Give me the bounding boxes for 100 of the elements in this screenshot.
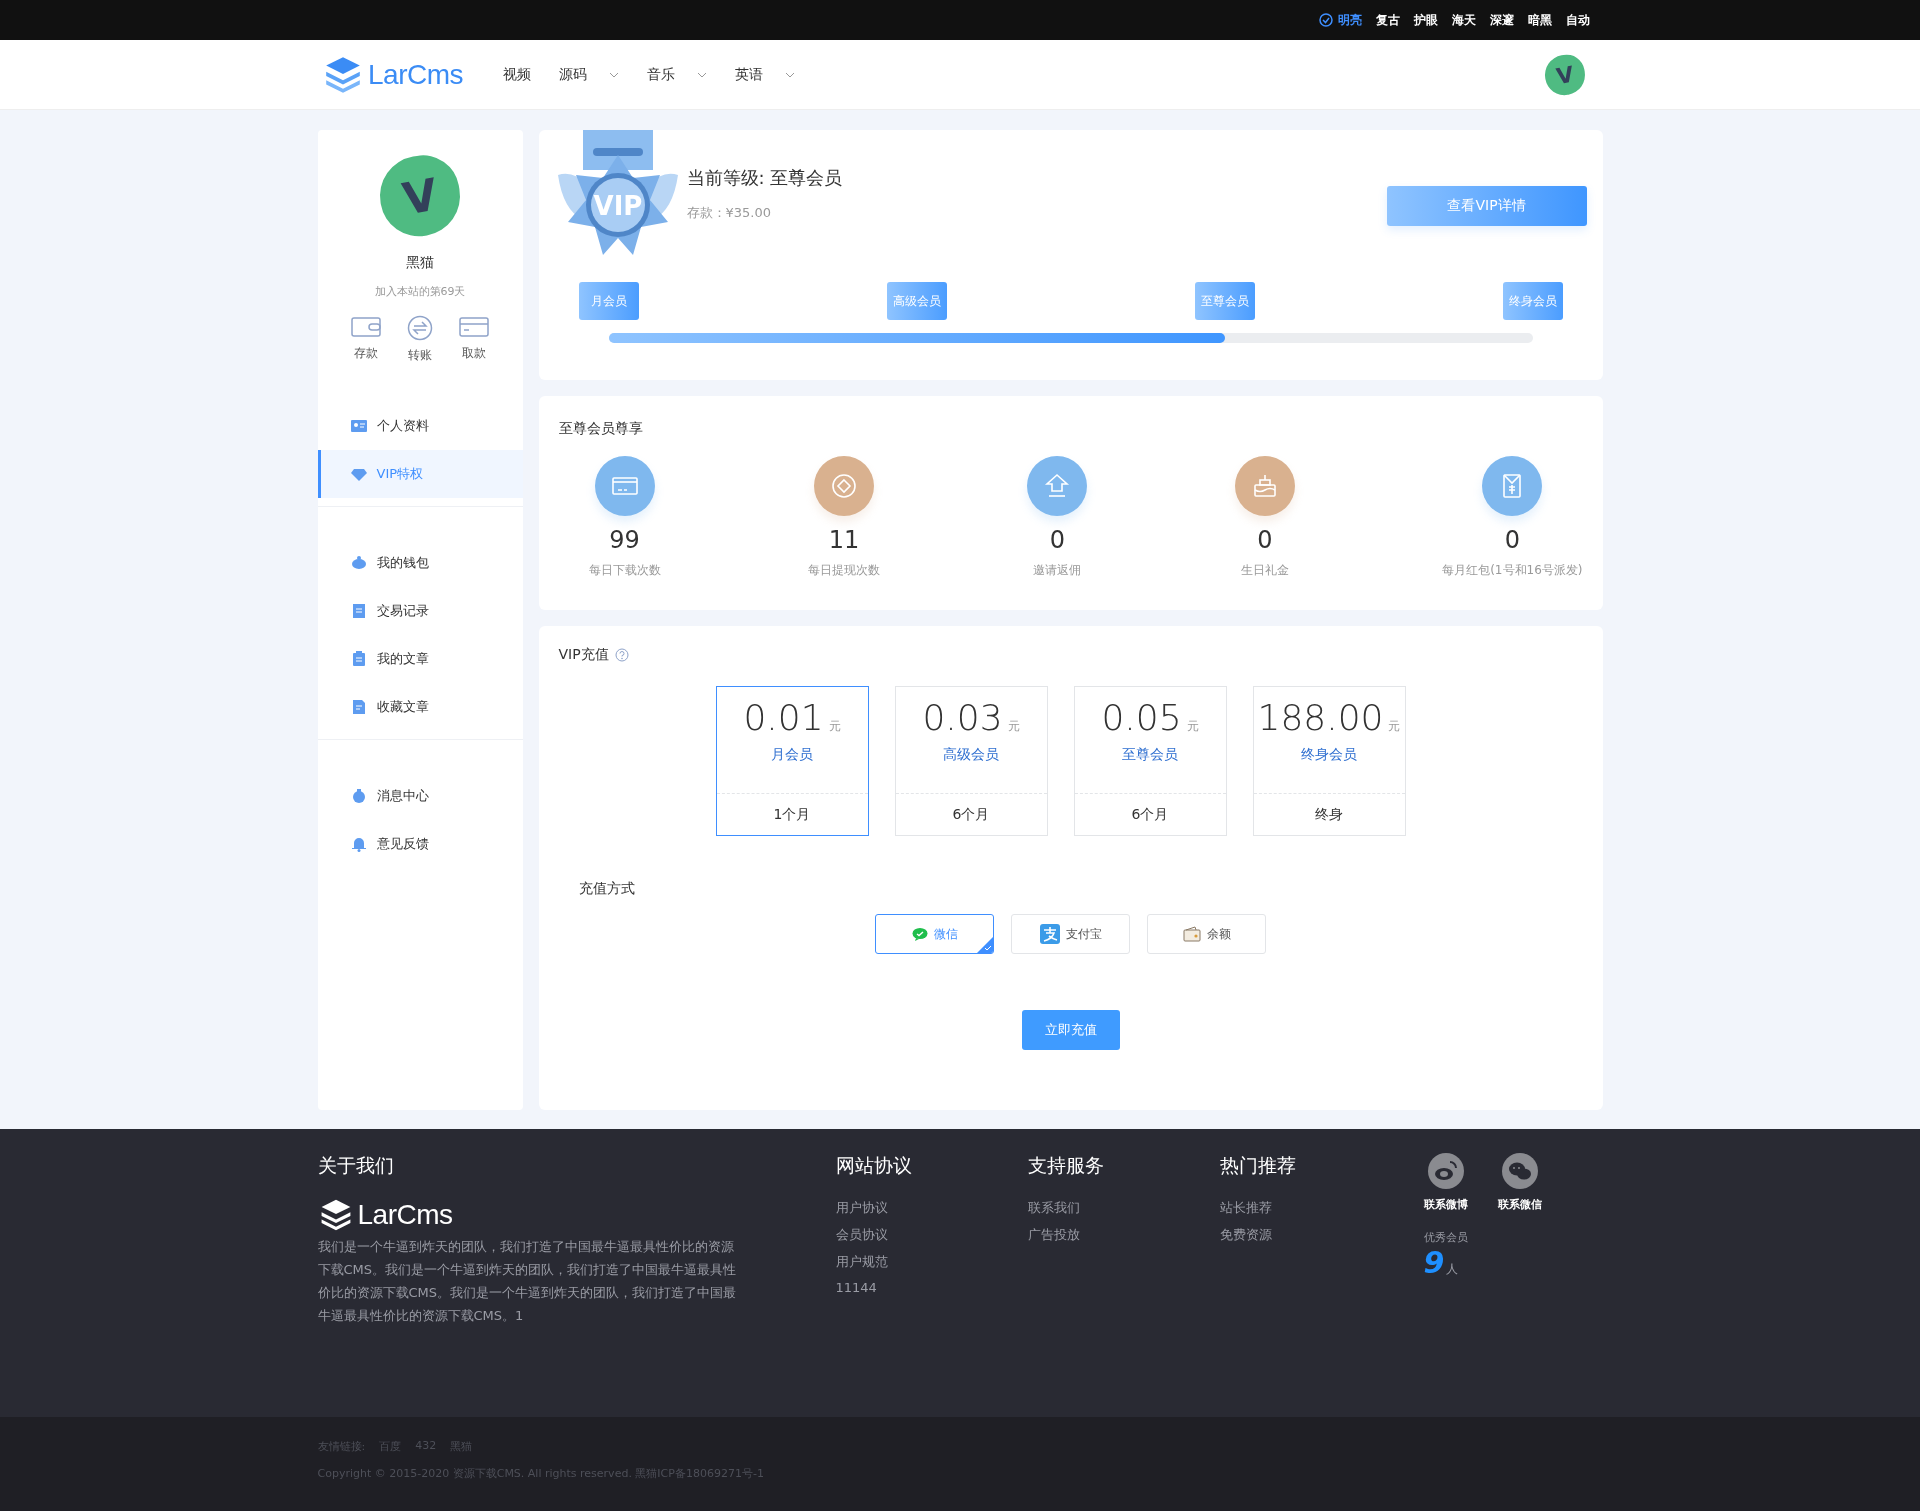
plan-option[interactable]: 0.01 元 月会员 1个月 [715, 686, 869, 836]
piggy-bank-icon [350, 555, 367, 571]
wallet-action[interactable]: 取款 [459, 315, 489, 364]
footer-link[interactable]: 站长推荐 [1219, 1199, 1412, 1217]
privilege-label: 生日礼金 [1240, 562, 1289, 579]
balance-text: 存款：¥35.00 [686, 204, 772, 222]
about-paragraph: 我们是一个牛逼到炸天的团队，我们打造了中国最牛逼最具性价比的资源下载CMS。我们是一个牛逼到炸天的团队，我们打造了中国最牛逼最具性价比的资源下载CMS。我们是一个牛逼到炸天的团队，我们打造了中国最牛逼最具性价比的资源下载CMS。1 [317, 1238, 738, 1325]
wallet-action[interactable]: 转账 [407, 315, 433, 364]
chat-bubble-icon [911, 927, 928, 941]
footer-title: 关于我们 [317, 1153, 395, 1178]
weibo-icon [1427, 1153, 1464, 1189]
theme-option[interactable]: 复古 [1376, 11, 1400, 29]
privilege-label: 每日提现次数 [807, 562, 880, 579]
price-unit: 元 [828, 718, 841, 735]
sidebar-item[interactable]: 交易记录 [317, 587, 523, 635]
bell-icon [350, 836, 367, 852]
medal-label: VIP [593, 191, 642, 221]
sidebar-item[interactable]: 消息中心 [317, 772, 523, 820]
document-icon [350, 603, 367, 619]
help-icon[interactable] [614, 648, 629, 662]
social-link[interactable]: 联系微信 [1497, 1153, 1542, 1212]
footer-title: 网站协议 [835, 1153, 913, 1178]
logo-text: LarCms [357, 1199, 453, 1231]
user-name: 黑猫 [406, 254, 434, 272]
theme-option[interactable]: 暗黑 [1528, 11, 1552, 29]
wallet-icon [1182, 926, 1201, 942]
join-days: 加入本站的第69天 [374, 284, 466, 299]
tier-tag: 月会员 [578, 282, 639, 320]
privilege-value: 0 [1049, 526, 1065, 554]
plan-option[interactable]: 0.03 元 高级会员 6个月 [894, 686, 1048, 836]
card-icon [459, 315, 489, 339]
wechat-icon [1501, 1153, 1538, 1189]
members-count: 9 [1423, 1245, 1445, 1280]
footer-link[interactable]: 联系我们 [1027, 1199, 1220, 1217]
payment-method-button[interactable]: 支付宝 [1011, 914, 1130, 954]
sidebar-item[interactable]: 我的钱包 [317, 539, 523, 587]
price-unit: 元 [1186, 718, 1199, 735]
plan-name: 月会员 [771, 746, 813, 764]
tier-tag: 高级会员 [886, 282, 947, 320]
sidebar-item[interactable]: 我的文章 [317, 635, 523, 683]
privilege-label: 邀请返佣 [1033, 562, 1082, 579]
footer-link[interactable]: 用户协议 [835, 1199, 1028, 1217]
card-title: 至尊会员尊享 [558, 420, 644, 438]
caret-icon [609, 71, 619, 78]
wallet-icon [351, 315, 381, 339]
social-link[interactable]: 联系微博 [1423, 1153, 1468, 1212]
plan-price: 188.00 [1257, 697, 1384, 738]
privilege-label: 每月红包(1号和16号派发) [1442, 562, 1583, 579]
diamond-icon [350, 466, 367, 482]
plan-option[interactable]: 188.00 元 终身会员 终身 [1252, 686, 1406, 836]
sidebar-item[interactable]: 个人资料 [317, 402, 523, 450]
file-icon [350, 699, 367, 715]
plan-name: 至尊会员 [1122, 746, 1178, 764]
plan-duration: 1个月 [772, 804, 812, 824]
footer-title: 支持服务 [1027, 1153, 1105, 1178]
price-unit: 元 [1388, 718, 1401, 735]
check-circle-icon [1319, 13, 1333, 27]
privilege-value: 11 [828, 526, 860, 554]
members-label: 优秀会员 [1423, 1230, 1469, 1245]
privilege-value: 0 [1504, 526, 1520, 554]
theme-option[interactable]: 护眼 [1414, 11, 1438, 29]
tier-tag: 至尊会员 [1194, 282, 1255, 320]
check-corner-icon [977, 937, 993, 953]
privilege-value: 0 [1257, 526, 1273, 554]
nav-link[interactable]: 源码 [559, 65, 619, 84]
caret-icon [785, 71, 795, 78]
sidebar-item[interactable]: 收藏文章 [317, 683, 523, 731]
footer-link[interactable]: 用户规范 [835, 1253, 1028, 1271]
transfer-icon [407, 315, 433, 341]
footer-link[interactable]: 11144 [835, 1280, 1028, 1295]
plan-name: 终身会员 [1301, 746, 1357, 764]
tier-tag: 终身会员 [1502, 282, 1563, 320]
theme-option[interactable]: 自动 [1566, 11, 1590, 29]
notes-icon [350, 651, 367, 667]
plan-name: 高级会员 [943, 746, 999, 764]
privilege-value: 99 [609, 526, 640, 554]
sidebar-item[interactable]: 意见反馈 [317, 820, 523, 868]
plan-duration: 6个月 [1130, 804, 1170, 824]
plan-duration: 终身 [1314, 804, 1344, 824]
section-label: 充值方式 [578, 880, 636, 898]
nav-link[interactable]: 英语 [735, 65, 795, 84]
caret-icon [697, 71, 707, 78]
plan-option[interactable]: 0.05 元 至尊会员 6个月 [1073, 686, 1227, 836]
footer-link[interactable]: 免费资源 [1219, 1226, 1412, 1244]
nav-link[interactable]: 视频 [503, 65, 531, 84]
payment-icon [1039, 924, 1060, 944]
footer-link[interactable]: 广告投放 [1027, 1226, 1220, 1244]
wallet-action[interactable]: 存款 [351, 315, 381, 364]
plan-price: 0.05 [1101, 697, 1182, 738]
theme-option[interactable]: 海天 [1452, 11, 1476, 29]
footer-title: 热门推荐 [1219, 1153, 1297, 1178]
level-title: 当前等级: 至尊会员 [686, 166, 844, 190]
nav-link[interactable]: 音乐 [647, 65, 707, 84]
theme-option[interactable]: 深邃 [1490, 11, 1514, 29]
message-icon [350, 788, 367, 804]
payment-method-button[interactable]: 余额 [1147, 914, 1266, 954]
card-title: VIP充值 [558, 646, 609, 664]
theme-option[interactable]: 明亮 [1319, 11, 1362, 29]
footer-link[interactable]: 会员协议 [835, 1226, 1028, 1244]
price-unit: 元 [1007, 718, 1020, 735]
